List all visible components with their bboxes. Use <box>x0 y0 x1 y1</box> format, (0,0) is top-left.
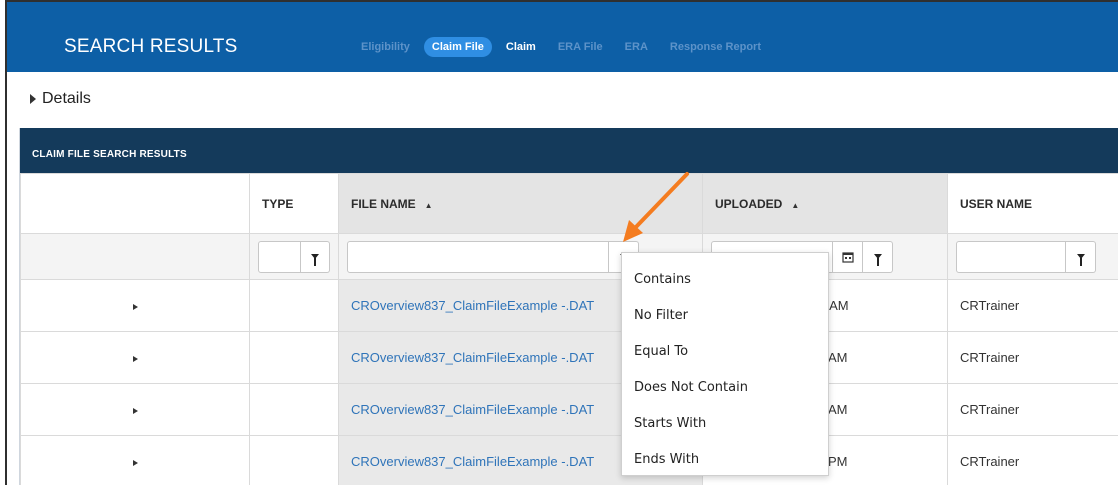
app-window: SEARCH RESULTS Eligibility Claim File Cl… <box>5 0 1118 485</box>
top-bar: SEARCH RESULTS Eligibility Claim File Cl… <box>7 2 1118 72</box>
column-header-expand <box>20 173 250 234</box>
caret-right-icon <box>132 408 138 414</box>
row-expand-toggle[interactable] <box>20 279 250 332</box>
filter-option-does-not-contain[interactable]: Does Not Contain <box>622 369 828 405</box>
type-filter-input[interactable] <box>258 240 301 273</box>
sort-ascending-icon: ▲ <box>791 200 800 210</box>
filter-cell-user-name <box>947 233 1118 280</box>
file-name-link[interactable]: CROverview837_ClaimFileExample -.DAT <box>351 350 594 365</box>
calendar-icon <box>841 251 854 263</box>
table-header-row: TYPE FILE NAME ▲ UPLOADED ▲ USER NAME <box>20 173 1118 234</box>
user-name-cell: CRTrainer <box>947 435 1118 485</box>
caret-right-icon <box>132 460 138 466</box>
file-name-link[interactable]: CROverview837_ClaimFileExample -.DAT <box>351 402 594 417</box>
funnel-icon <box>1076 254 1085 266</box>
filter-cell-type <box>249 233 339 280</box>
user-name-filter-button[interactable] <box>1066 240 1096 273</box>
filter-cell-expand <box>20 233 250 280</box>
panel-title: CLAIM FILE SEARCH RESULTS <box>20 128 1118 173</box>
file-name-link[interactable]: CROverview837_ClaimFileExample -.DAT <box>351 298 594 313</box>
filter-option-contains[interactable]: Contains <box>622 261 828 297</box>
funnel-icon <box>311 254 319 266</box>
sort-ascending-icon: ▲ <box>424 200 433 210</box>
row-expand-toggle[interactable] <box>20 331 250 384</box>
table-row[interactable]: CROverview837_ClaimFileExample -.DAT PM … <box>20 435 1118 485</box>
row-expand-toggle[interactable] <box>20 435 250 485</box>
uploaded-date-picker-button[interactable] <box>833 240 863 273</box>
caret-right-icon <box>132 304 138 310</box>
tab-claim-file[interactable]: Claim File <box>423 37 492 57</box>
details-toggle[interactable]: Details <box>30 90 91 108</box>
tab-response-report[interactable]: Response Report <box>662 37 769 57</box>
filter-operator-menu: Contains No Filter Equal To Does Not Con… <box>621 252 829 476</box>
column-header-uploaded[interactable]: UPLOADED ▲ <box>702 173 948 234</box>
caret-right-icon <box>30 94 36 104</box>
page-title: SEARCH RESULTS <box>64 36 238 57</box>
column-header-type[interactable]: TYPE <box>249 173 339 234</box>
funnel-icon <box>873 254 882 266</box>
tab-eligibility[interactable]: Eligibility <box>353 37 418 57</box>
results-panel: CLAIM FILE SEARCH RESULTS TYPE FILE NAME… <box>19 128 1118 485</box>
user-name-cell: CRTrainer <box>947 331 1118 384</box>
type-cell <box>249 331 339 384</box>
filter-row <box>20 233 1118 280</box>
table-row[interactable]: CROverview837_ClaimFileExample -.DAT 8 A… <box>20 279 1118 332</box>
tab-era-file[interactable]: ERA File <box>550 37 611 57</box>
user-name-cell: CRTrainer <box>947 383 1118 436</box>
file-name-filter-input[interactable] <box>347 240 609 273</box>
type-filter-button[interactable] <box>301 240 330 273</box>
user-name-filter-input[interactable] <box>956 240 1066 273</box>
tab-era[interactable]: ERA <box>617 37 656 57</box>
filter-option-no-filter[interactable]: No Filter <box>622 297 828 333</box>
results-table: TYPE FILE NAME ▲ UPLOADED ▲ USER NAME CR… <box>20 173 1118 485</box>
type-cell <box>249 279 339 332</box>
uploaded-filter-button[interactable] <box>863 240 893 273</box>
tab-claim[interactable]: Claim <box>498 37 544 57</box>
type-cell <box>249 435 339 485</box>
filter-option-ends-with[interactable]: Ends With <box>622 441 828 477</box>
filter-option-starts-with[interactable]: Starts With <box>622 405 828 441</box>
orange-arrow-icon <box>623 172 689 242</box>
user-name-cell: CRTrainer <box>947 279 1118 332</box>
file-name-link[interactable]: CROverview837_ClaimFileExample -.DAT <box>351 454 594 469</box>
caret-right-icon <box>132 356 138 362</box>
filter-option-equal-to[interactable]: Equal To <box>622 333 828 369</box>
row-expand-toggle[interactable] <box>20 383 250 436</box>
result-type-nav: Eligibility Claim File Claim ERA File ER… <box>353 36 775 58</box>
table-row[interactable]: CROverview837_ClaimFileExample -.DAT AM … <box>20 383 1118 436</box>
details-label: Details <box>42 90 91 107</box>
table-row[interactable]: CROverview837_ClaimFileExample -.DAT AM … <box>20 331 1118 384</box>
type-cell <box>249 383 339 436</box>
column-header-user-name[interactable]: USER NAME <box>947 173 1118 234</box>
